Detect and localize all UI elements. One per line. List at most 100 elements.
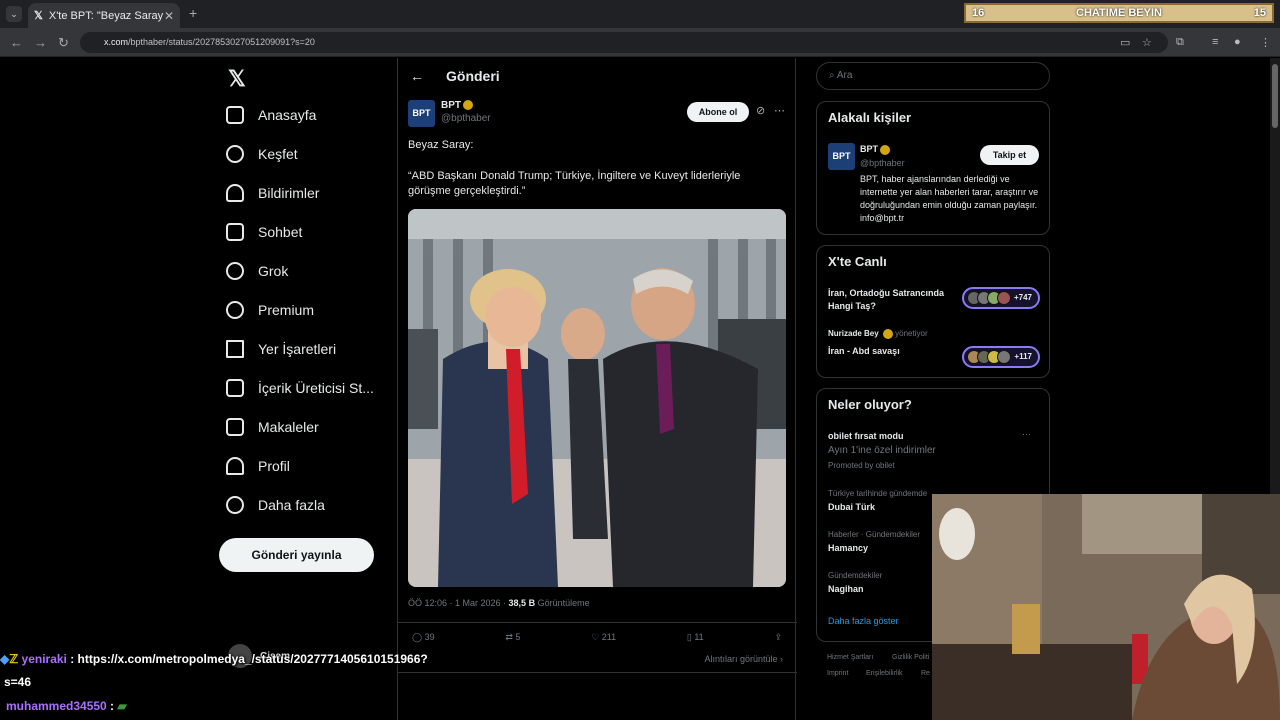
divider [398, 672, 797, 673]
url-domain: x.com [104, 37, 129, 47]
promo-trend-name[interactable]: obilet fırsat modu [828, 431, 904, 441]
reply-count: 39 [424, 632, 435, 642]
view-quotes-link[interactable]: Alıntıları görüntüle › [704, 654, 783, 664]
forward-icon[interactable]: → [34, 35, 47, 50]
post-header: ← Gönderi [398, 58, 797, 94]
sidebar-item-label: Grok [258, 263, 289, 279]
sidebar-item-bookmarks[interactable]: Yer İşaretleri [226, 340, 336, 358]
follow-button[interactable]: Takip et [980, 145, 1039, 165]
emote-icon: ▰ [117, 699, 127, 713]
author-handle: @bpthaber [441, 113, 491, 124]
footer-privacy[interactable]: Gizlilik Politi [892, 654, 929, 661]
chat-username[interactable]: yeniraki [22, 652, 67, 666]
footer-more[interactable]: Re [921, 670, 930, 677]
sidebar-item-grok[interactable]: Grok [226, 262, 288, 280]
share-icon[interactable]: ⇪ [774, 632, 782, 643]
trends-title: Neler oluyor? [828, 397, 912, 412]
sidebar-item-articles[interactable]: Makaleler [226, 418, 319, 436]
trend-context: Türkiye tarihinde gündemde [828, 489, 928, 498]
views-label: Görüntüleme [535, 598, 590, 608]
menu-icon[interactable]: ⋮ [1260, 36, 1271, 49]
live2-role: yönetiyor [895, 329, 928, 339]
chat-message: ◆ℤ yeniraki : https://x.com/metropolmedy… [0, 652, 428, 666]
divider [398, 622, 797, 623]
repost-button[interactable]: ⇄ 5 [505, 632, 520, 643]
post-button[interactable]: Gönderi yayınla [219, 538, 374, 572]
chat-text: : https://x.com/metropolmedya_/status/20… [66, 652, 428, 666]
like-button[interactable]: ♡ 211 [591, 632, 616, 643]
main-column: ← Gönderi BPT BPT @bpthaber Abone ol ⊘ ⋯… [397, 58, 797, 720]
sidebar-item-label: Sohbet [258, 224, 303, 240]
sidebar-item-chat[interactable]: Sohbet [226, 223, 302, 241]
sidebar-item-creator-studio[interactable]: İçerik Üreticisi St... [226, 379, 374, 397]
back-arrow-icon[interactable]: ← [410, 68, 424, 84]
show-more-link[interactable]: Daha fazla göster [828, 616, 899, 626]
post-text-line2: “ABD Başkanı Donald Trump; Türkiye, İngi… [408, 170, 741, 197]
new-tab-icon[interactable]: + [189, 5, 197, 21]
post-text: Beyaz Saray: “ABD Başkanı Donald Trump; … [408, 138, 778, 199]
scrollbar-thumb[interactable] [1272, 64, 1278, 128]
footer-terms[interactable]: Hizmet Şartları [827, 654, 873, 661]
live-title: X'te Canlı [828, 254, 887, 269]
sidebar-item-label: Daha fazla [258, 497, 325, 513]
trend-name[interactable]: Nagihan [828, 584, 864, 594]
back-icon[interactable]: ← [10, 35, 23, 50]
sidebar-item-profile[interactable]: Profil [226, 457, 290, 475]
live2-listeners[interactable]: +117 [962, 346, 1040, 368]
sidebar-item-premium[interactable]: Premium [226, 301, 314, 319]
sidebar-item-notifications[interactable]: Bildirimler [226, 184, 319, 202]
profile-icon[interactable]: ● [1234, 36, 1241, 48]
related-name[interactable]: BPT [860, 144, 878, 154]
search-input[interactable]: ⌕ Ara [816, 62, 1050, 90]
footer-accessibility[interactable]: Erişilebilirlik [866, 670, 903, 677]
bookmark-button[interactable]: ▯ 11 [687, 632, 704, 643]
subscribe-button[interactable]: Abone ol [687, 102, 749, 122]
chat-badge-icon: ◆ [0, 652, 10, 666]
sidebar-item-home[interactable]: Anasayfa [226, 106, 316, 124]
post-text-line1: Beyaz Saray: [408, 139, 474, 151]
post-timestamp: ÖÖ 12:06 · 1 Mar 2026 · [408, 598, 509, 608]
live1-listeners[interactable]: +747 [962, 287, 1040, 309]
tab-search-icon[interactable]: ⌄ [6, 6, 22, 22]
listener-avatars [967, 291, 1013, 305]
bookmark-icon [226, 340, 244, 358]
more-options-icon[interactable]: ⋯ [774, 104, 785, 117]
search-placeholder: Ara [836, 70, 853, 81]
post-photo-illustration [408, 209, 786, 587]
live2-host[interactable]: Nurizade Bey [828, 329, 879, 338]
like-count: 211 [601, 632, 617, 642]
reply-button[interactable]: ◯ 39 [412, 632, 435, 643]
browser-tab[interactable]: 𝕏 X'te BPT: "Beyaz Saray: "ABD Ba ✕ [28, 3, 180, 28]
overlay-bar: 16 CHATIME BEYIN 15 [964, 3, 1274, 23]
reading-list-icon[interactable]: ≡ [1212, 36, 1218, 48]
more-options-icon[interactable]: ⋯ [1022, 429, 1031, 440]
extensions-icon[interactable]: ⧉ [1176, 36, 1184, 49]
post-author[interactable]: BPT BPT @bpthaber [408, 100, 491, 127]
x-logo-icon[interactable]: 𝕏 [228, 66, 246, 92]
live2-title[interactable]: İran - Abd savaşı [828, 346, 900, 356]
chat-username[interactable]: muhammed34550 [6, 699, 107, 713]
reload-icon[interactable]: ↻ [58, 35, 69, 51]
close-tab-icon[interactable]: ✕ [164, 9, 174, 23]
sidebar-item-label: Yer İşaretleri [258, 341, 337, 357]
heart-icon: ♡ [591, 632, 602, 642]
footer-imprint[interactable]: Imprint [827, 670, 848, 677]
bookmark-star-icon[interactable]: ☆ [1142, 36, 1152, 49]
sidebar-item-more[interactable]: Daha fazla [226, 496, 325, 514]
trend-name[interactable]: Hamancy [828, 543, 868, 553]
sidebar-item-explore[interactable]: Keşfet [226, 145, 298, 163]
post-image[interactable] [408, 209, 786, 587]
trend-name[interactable]: Dubai Türk [828, 502, 875, 512]
chat-text: : [106, 699, 118, 713]
sidebar-item-label: Makaleler [258, 419, 319, 435]
grok-explain-icon[interactable]: ⊘ [756, 104, 765, 117]
promo-trend-desc: Ayın 1'ine özel indirimler [828, 445, 936, 456]
cast-icon[interactable]: ▭ [1120, 36, 1130, 49]
live1-title[interactable]: İran, Ortadoğu Satrancında Hangi Taş? [828, 287, 953, 313]
sidebar-item-label: İçerik Üreticisi St... [258, 380, 374, 396]
url-field[interactable]: x.com/bpthaber/status/202785302705120909… [80, 32, 1168, 53]
sidebar-item-label: Bildirimler [258, 185, 320, 201]
related-avatar[interactable]: BPT [828, 143, 855, 170]
author-avatar[interactable]: BPT [408, 100, 435, 127]
promo-trend-by: Promoted by obilet [828, 461, 895, 470]
